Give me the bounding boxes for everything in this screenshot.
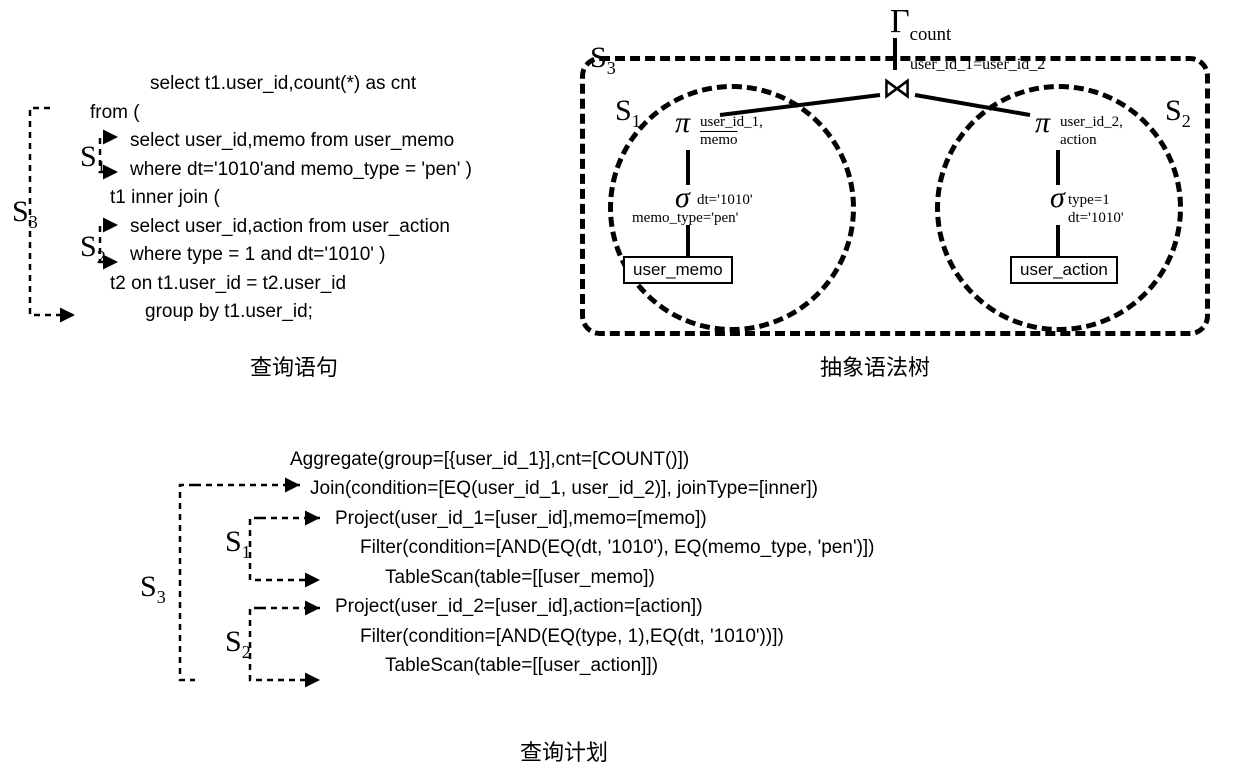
- plan-line: Join(condition=[EQ(user_id_1, user_id_2)…: [310, 474, 875, 503]
- plan-line: Filter(condition=[AND(EQ(dt, '1010'), EQ…: [360, 533, 875, 562]
- sql-line: group by t1.user_id;: [145, 298, 472, 327]
- sigma1-sub: dt='1010'memo_type='pen': [632, 191, 753, 227]
- sql-line: select user_id,action from user_action: [130, 213, 472, 242]
- sql-line: t2 on t1.user_id = t2.user_id: [110, 270, 472, 299]
- pi2-op: π: [1035, 106, 1050, 140]
- label-s1-plan: S1: [225, 525, 251, 563]
- plan-line: Project(user_id_2=[user_id],action=[acti…: [335, 592, 875, 621]
- sql-line: select t1.user_id,count(*) as cnt: [150, 70, 472, 99]
- sql-line: select user_id,memo from user_memo: [130, 127, 472, 156]
- sql-line: from (: [90, 99, 472, 128]
- caption-ast: 抽象语法树: [820, 350, 930, 382]
- label-s2-sql: S2: [80, 230, 106, 268]
- table-user-action: user_action: [1010, 256, 1118, 284]
- plan-line: Aggregate(group=[{user_id_1}],cnt=[COUNT…: [290, 445, 875, 474]
- caption-query: 查询语句: [250, 350, 338, 382]
- label-s3-sql: S3: [12, 195, 38, 233]
- join-op: ⋈: [882, 71, 912, 106]
- sql-line: where type = 1 and dt='1010' ): [130, 241, 472, 270]
- label-s1-ast: S1: [615, 94, 641, 132]
- plan-line: TableScan(table=[[user_memo]): [385, 563, 875, 592]
- plan-line: TableScan(table=[[user_action]]): [385, 651, 875, 680]
- plan-block: Aggregate(group=[{user_id_1}],cnt=[COUNT…: [170, 445, 875, 681]
- label-s3-ast: S3: [590, 41, 616, 79]
- label-s2-ast: S2: [1165, 94, 1191, 132]
- label-s1-sql: S1: [80, 140, 106, 178]
- sql-line: where dt='1010'and memo_type = 'pen' ): [130, 156, 472, 185]
- gamma-op: Γcount: [890, 3, 951, 46]
- sigma2-sub: type=1dt='1010': [1068, 191, 1124, 227]
- join-cond: user_id_1=user_id_2: [910, 56, 1045, 74]
- label-s2-plan: S2: [225, 625, 251, 663]
- caption-plan: 查询计划: [520, 735, 608, 767]
- plan-line: Project(user_id_1=[user_id],memo=[memo]): [335, 504, 875, 533]
- table-user-memo: user_memo: [623, 256, 733, 284]
- plan-line: Filter(condition=[AND(EQ(type, 1),EQ(dt,…: [360, 622, 875, 651]
- sigma2-op: σ: [1050, 181, 1065, 215]
- sql-line: t1 inner join (: [110, 184, 472, 213]
- label-s3-plan: S3: [140, 570, 166, 608]
- pi1-op: π: [675, 106, 690, 140]
- pi1-sub: user_id_1,memo: [700, 113, 763, 149]
- pi2-sub: user_id_2,action: [1060, 113, 1123, 149]
- sql-query-block: select t1.user_id,count(*) as cnt from (…: [80, 70, 472, 327]
- ast-block: S3 S1 S2 Γcount ⋈ user_id_1=user_id_2 π …: [570, 6, 1220, 341]
